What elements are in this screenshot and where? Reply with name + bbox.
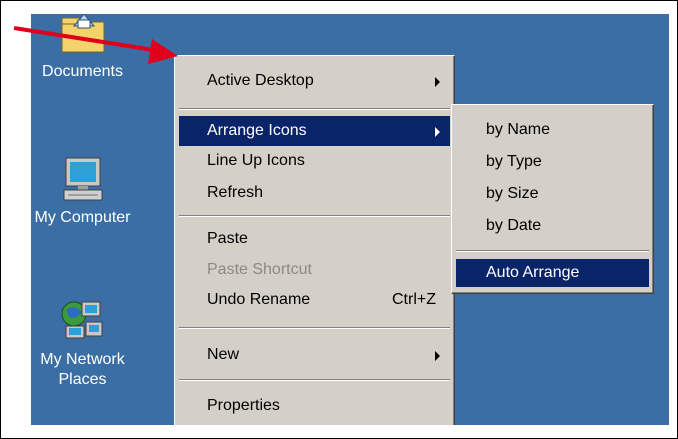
menu-item-new[interactable]: New bbox=[179, 340, 450, 370]
desktop-icon-documents[interactable]: Documents bbox=[31, 14, 140, 82]
network-icon bbox=[58, 296, 108, 346]
menu-item-line-up-icons[interactable]: Line Up Icons bbox=[179, 146, 450, 176]
menu-separator bbox=[179, 379, 450, 381]
submenu-arrow-icon bbox=[435, 77, 440, 87]
menu-item-label: by Name bbox=[486, 121, 551, 138]
menu-item-label: Paste Shortcut bbox=[207, 261, 312, 278]
submenu-item-by-size[interactable]: by Size bbox=[456, 179, 649, 209]
desktop-context-menu: Active Desktop Arrange Icons Line Up Ico… bbox=[174, 55, 455, 425]
menu-item-label: by Date bbox=[486, 217, 542, 234]
menu-separator bbox=[456, 250, 649, 252]
menu-item-label: New bbox=[207, 346, 240, 363]
menu-item-label: Auto Arrange bbox=[486, 264, 580, 281]
menu-item-undo-rename[interactable]: Undo Rename Ctrl+Z bbox=[179, 285, 450, 315]
menu-item-label: by Size bbox=[486, 185, 539, 202]
menu-item-label: Active Desktop bbox=[207, 72, 314, 89]
menu-item-arrange-icons[interactable]: Arrange Icons bbox=[179, 116, 450, 146]
menu-item-label: Undo Rename bbox=[207, 291, 311, 308]
menu-item-refresh[interactable]: Refresh bbox=[179, 178, 450, 208]
menu-item-label: Refresh bbox=[207, 184, 264, 201]
submenu-arrow-icon bbox=[435, 351, 440, 361]
submenu-item-auto-arrange[interactable]: Auto Arrange bbox=[456, 259, 649, 287]
desktop-icon-my-network-places[interactable]: My Network Places bbox=[31, 296, 140, 390]
submenu-item-by-type[interactable]: by Type bbox=[456, 147, 649, 177]
submenu-item-by-date[interactable]: by Date bbox=[456, 211, 649, 241]
submenu-arrow-icon bbox=[435, 127, 440, 137]
menu-item-label: Arrange Icons bbox=[207, 122, 307, 139]
menu-item-label: Paste bbox=[207, 230, 248, 247]
menu-item-label: by Type bbox=[486, 153, 542, 170]
menu-item-paste[interactable]: Paste bbox=[179, 224, 450, 254]
desktop-icon-my-computer[interactable]: My Computer bbox=[31, 154, 140, 228]
folder-icon bbox=[58, 14, 108, 58]
computer-icon bbox=[58, 154, 108, 204]
submenu-item-by-name[interactable]: by Name bbox=[456, 115, 649, 145]
menu-separator bbox=[179, 108, 450, 110]
menu-separator bbox=[179, 215, 450, 217]
menu-item-label: Line Up Icons bbox=[207, 152, 305, 169]
menu-item-active-desktop[interactable]: Active Desktop bbox=[179, 66, 450, 96]
desktop[interactable]: Documents My Computer My Network Places … bbox=[31, 14, 669, 425]
desktop-icon-label: My Network Places bbox=[40, 351, 125, 388]
desktop-icon-label: Documents bbox=[42, 63, 123, 80]
menu-item-shortcut: Ctrl+Z bbox=[392, 291, 436, 308]
menu-separator bbox=[179, 327, 450, 329]
desktop-icon-label: My Computer bbox=[34, 209, 131, 226]
menu-item-properties[interactable]: Properties bbox=[179, 391, 450, 421]
menu-item-paste-shortcut: Paste Shortcut bbox=[179, 255, 450, 285]
arrange-icons-submenu: by Name by Type by Size by Date Auto Arr… bbox=[451, 104, 654, 294]
menu-item-label: Properties bbox=[207, 397, 280, 414]
